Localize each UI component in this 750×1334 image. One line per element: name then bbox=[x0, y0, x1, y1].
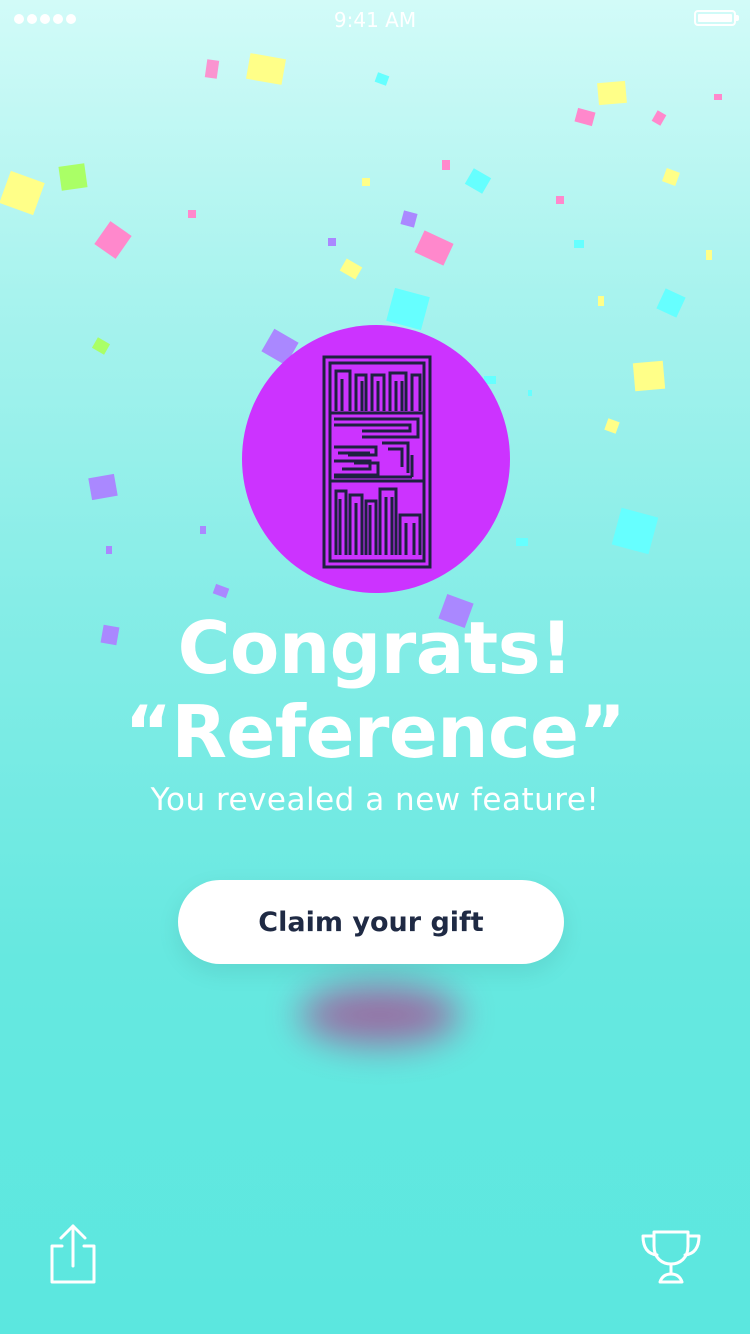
feature-badge bbox=[242, 325, 510, 593]
share-button[interactable] bbox=[44, 1222, 100, 1286]
congrats-screen: 9:41 AM Congrats! “Reference” You reveal… bbox=[0, 0, 750, 1334]
headline-congrats: Congrats! bbox=[177, 606, 573, 690]
headline-feature-name: “Reference” bbox=[124, 690, 626, 774]
claim-gift-button[interactable]: Claim your gift bbox=[178, 880, 564, 964]
button-glow bbox=[300, 985, 460, 1045]
status-bar: 9:41 AM bbox=[0, 0, 750, 40]
share-icon bbox=[50, 1224, 96, 1284]
trophy-icon bbox=[641, 1230, 701, 1284]
status-time: 9:41 AM bbox=[333, 8, 417, 32]
trophy-button[interactable] bbox=[638, 1228, 704, 1286]
bookshelf-maze-icon bbox=[322, 355, 432, 569]
battery-icon bbox=[694, 10, 739, 26]
subtitle: You revealed a new feature! bbox=[150, 782, 600, 818]
